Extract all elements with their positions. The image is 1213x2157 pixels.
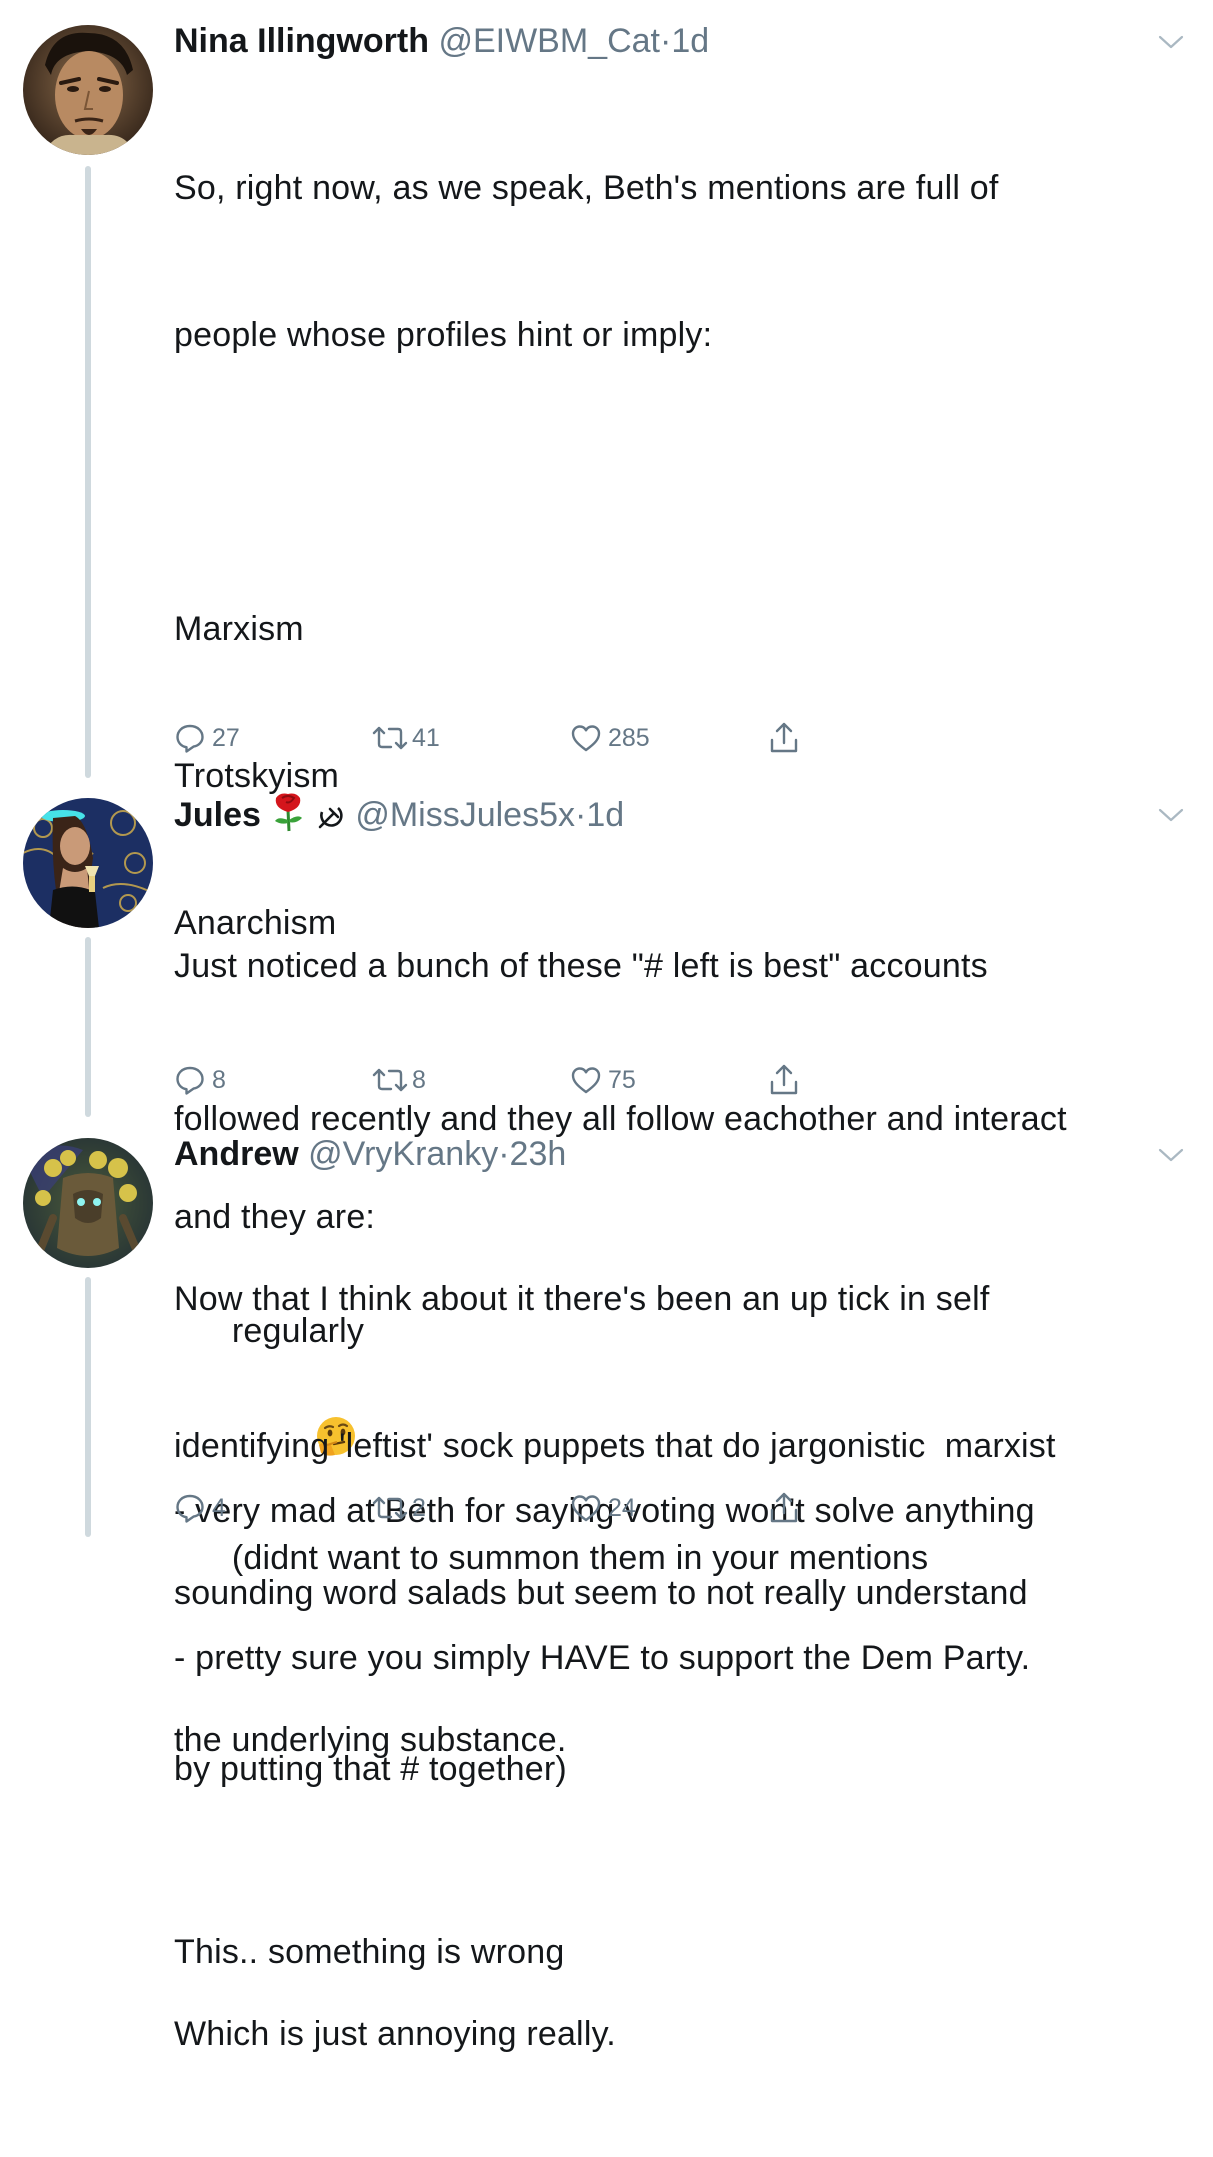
reply-icon [174, 1064, 206, 1096]
thread-line [85, 1277, 91, 1537]
like-button[interactable]: 285 [570, 718, 650, 758]
tweet[interactable]: Andrew @VryKranky·23h Now that I think a… [0, 1120, 1213, 2053]
separator-dot: · [660, 22, 672, 60]
retweet-icon [370, 1066, 410, 1094]
tweet-line: So, right now, as we speak, Beth's menti… [174, 169, 999, 207]
tweet-header: Jules @MissJules5x·1d [174, 790, 1173, 838]
user-handle[interactable]: @EIWBM_Cat [438, 22, 660, 60]
user-handle[interactable]: @VryKranky [308, 1135, 498, 1173]
thread-line [85, 937, 91, 1117]
reply-button[interactable]: 8 [174, 1060, 226, 1100]
reply-button[interactable]: 4 [174, 1488, 226, 1528]
like-icon [570, 723, 602, 753]
reply-icon [174, 722, 206, 754]
like-button[interactable]: 75 [570, 1060, 636, 1100]
tweet-actions: 27 41 285 [174, 718, 814, 758]
chevron-down-icon[interactable] [1158, 807, 1184, 823]
reply-count: 27 [212, 723, 240, 752]
reply-count: 8 [212, 1065, 226, 1094]
like-count: 75 [608, 1065, 636, 1094]
avatar[interactable] [23, 1138, 153, 1268]
timestamp[interactable]: 23h [510, 1135, 567, 1173]
user-handle[interactable]: @MissJules5x [355, 796, 575, 834]
tweet-line: Marxism [174, 610, 304, 648]
tweet-header: Andrew @VryKranky·23h [174, 1130, 1173, 1178]
share-button[interactable] [768, 1060, 800, 1100]
rose-emoji [270, 790, 306, 845]
avatar[interactable] [23, 798, 153, 928]
display-name[interactable]: Jules [174, 796, 261, 834]
like-icon [570, 1065, 602, 1095]
retweet-button[interactable]: 41 [370, 718, 440, 758]
retweet-icon [370, 724, 410, 752]
reply-button[interactable]: 27 [174, 718, 240, 758]
avatar[interactable] [23, 25, 153, 155]
hammer-sickle-emoji [316, 797, 346, 845]
retweet-icon [370, 1494, 410, 1522]
retweet-button[interactable]: 8 [370, 1060, 426, 1100]
tweet-line: identifying 'leftist' sock puppets that … [174, 1427, 1056, 1465]
retweet-button[interactable]: 2 [370, 1488, 426, 1528]
display-name[interactable]: Nina Illingworth [174, 22, 429, 60]
tweet-line: Which is just annoying really. [174, 2015, 616, 2053]
display-name[interactable]: Andrew [174, 1135, 299, 1173]
tweet[interactable]: Nina Illingworth @EIWBM_Cat·1d So, right… [0, 0, 1213, 1971]
like-button[interactable]: 24 [570, 1488, 636, 1528]
tweet-actions: 8 8 75 [174, 1060, 814, 1100]
thread-line [85, 166, 91, 778]
like-icon [570, 1493, 602, 1523]
chevron-down-icon[interactable] [1158, 1147, 1184, 1163]
separator-dot: · [574, 796, 587, 834]
reply-count: 4 [212, 1493, 226, 1522]
tweet-line: people whose profiles hint or imply: [174, 316, 713, 354]
tweet-line: the underlying substance. [174, 1721, 567, 1759]
like-count: 285 [608, 723, 650, 752]
retweet-count: 2 [412, 1493, 426, 1522]
tweet-line [174, 1863, 1183, 1912]
tweet-line [174, 458, 1183, 507]
retweet-count: 8 [412, 1065, 426, 1094]
separator-dot: · [498, 1135, 510, 1173]
share-button[interactable] [768, 718, 800, 758]
share-icon [768, 1063, 800, 1097]
retweet-count: 41 [412, 723, 440, 752]
tweet-header: Nina Illingworth @EIWBM_Cat·1d [174, 17, 1173, 65]
timestamp[interactable]: 1d [671, 22, 709, 60]
tweet-line: Now that I think about it there's been a… [174, 1280, 990, 1318]
tweet-line: Just noticed a bunch of these "# left is… [174, 947, 988, 985]
share-button[interactable] [768, 1488, 800, 1528]
tweet-line: sounding word salads but seem to not rea… [174, 1574, 1028, 1612]
chevron-down-icon[interactable] [1158, 34, 1184, 50]
like-count: 24 [608, 1493, 636, 1522]
timestamp[interactable]: 1d [586, 796, 624, 834]
tweet-actions: 4 2 24 [174, 1488, 814, 1528]
tweet[interactable]: Jules @MissJules5x·1d Just noticed a bun… [0, 780, 1213, 1788]
reply-icon [174, 1492, 206, 1524]
tweet-text: Now that I think about it there's been a… [174, 1177, 1183, 2157]
share-icon [768, 1491, 800, 1525]
share-icon [768, 721, 800, 755]
